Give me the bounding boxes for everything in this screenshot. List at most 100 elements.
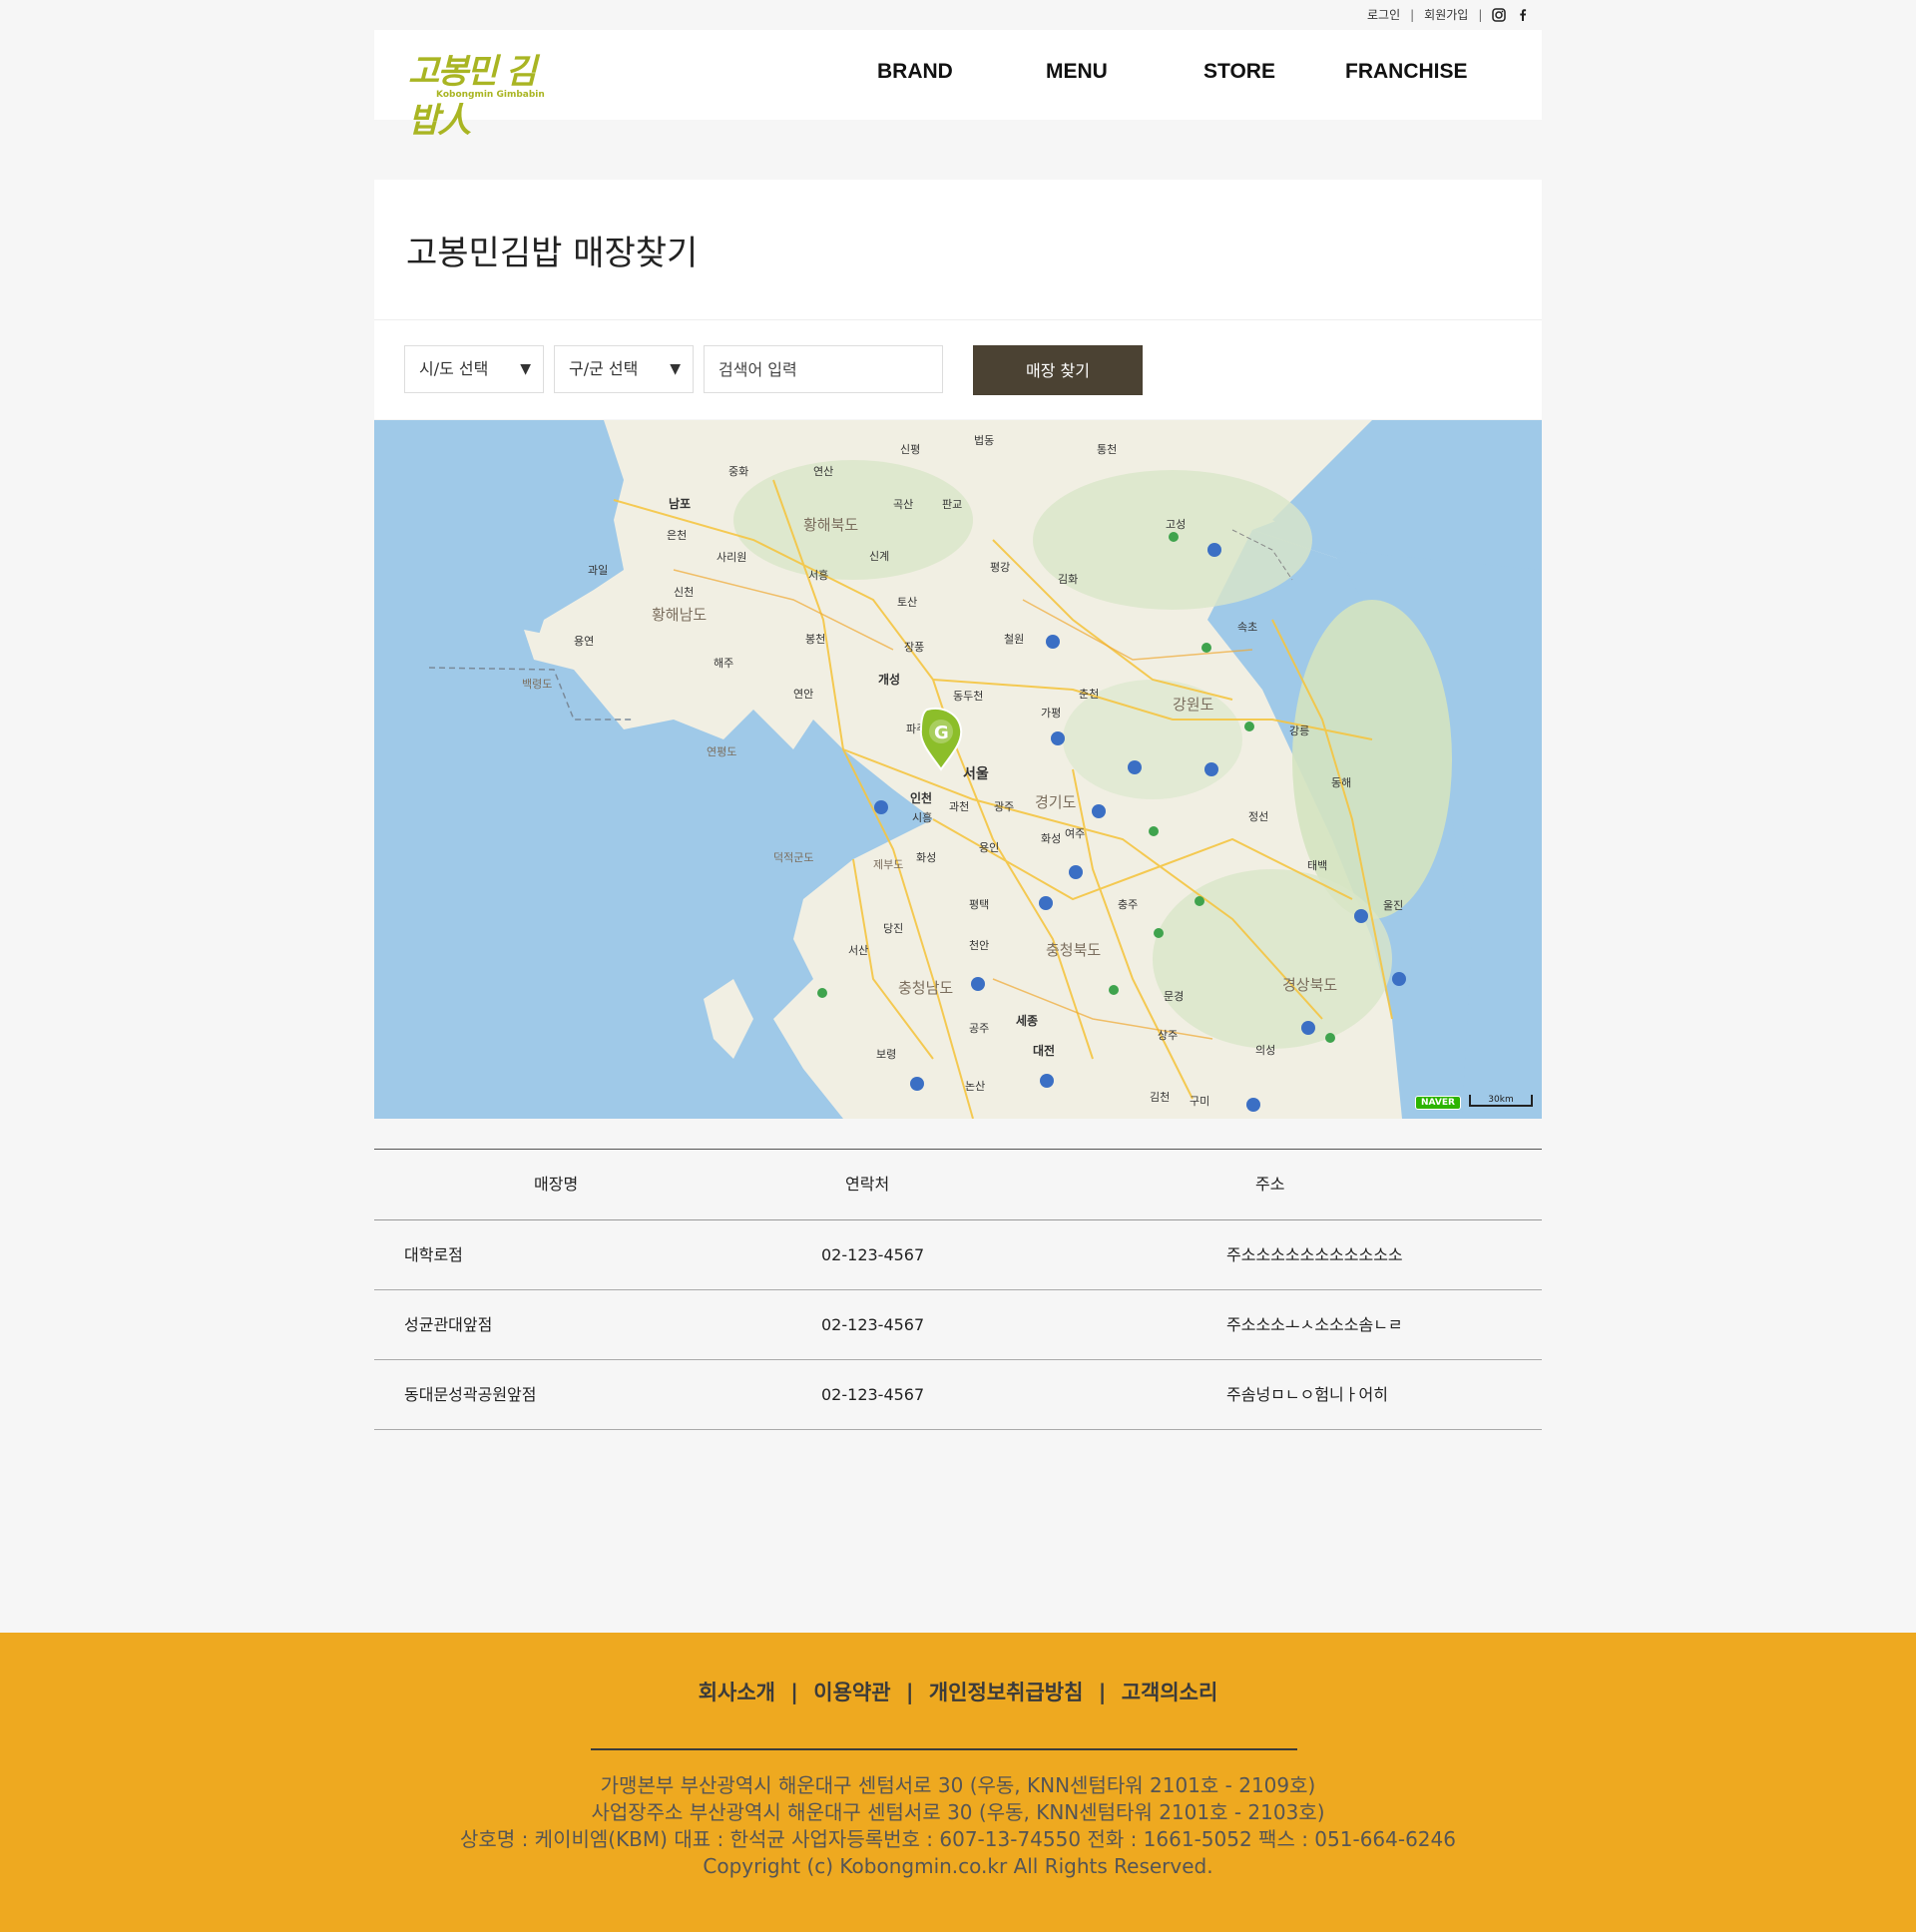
table-row[interactable]: 성균관대앞점 02-123-4567 주소소소ㅗㅅ소소소솜ㄴㄹ	[374, 1290, 1542, 1360]
copyright: Copyright (c) Kobongmin.co.kr All Rights…	[703, 1854, 1213, 1878]
map-label: 공주	[969, 1022, 989, 1035]
map-label: 고성	[1166, 518, 1186, 531]
sido-select[interactable]: 시/도 선택 ▼	[404, 345, 544, 393]
footer-separator: |	[905, 1681, 914, 1704]
map-label: 화성	[1041, 832, 1061, 845]
company-info: 가맹본부 부산광역시 해운대구 센텀서로 30 (우동, KNN센텀타워 210…	[0, 1772, 1916, 1880]
site-footer: 회사소개 | 이용약관 | 개인정보취급방침 | 고객의소리 가맹본부 부산광역…	[0, 1633, 1916, 1932]
map-label: 강릉	[1289, 724, 1309, 737]
column-header-name: 매장명	[534, 1175, 579, 1194]
map-label: 장풍	[904, 641, 924, 654]
search-input[interactable]	[704, 345, 943, 393]
instagram-icon[interactable]	[1492, 7, 1507, 22]
util-separator: |	[1410, 7, 1415, 22]
store-name: 성균관대앞점	[404, 1315, 493, 1334]
page-title: 고봉민김밥 매장찾기	[406, 234, 699, 273]
map-label: 정선	[1248, 810, 1268, 823]
map-label: 충주	[1118, 898, 1138, 911]
footer-link-terms[interactable]: 이용약관	[813, 1681, 890, 1704]
map-label: 연산	[813, 465, 833, 478]
map-label: 충청남도	[898, 979, 953, 997]
map-label: 과일	[588, 563, 608, 577]
map-label: 신계	[869, 550, 889, 563]
map-label: 여주	[1065, 827, 1085, 840]
sido-select-label: 시/도 선택	[419, 359, 489, 378]
map-label: 사리원	[717, 551, 746, 564]
map-label: 김화	[1058, 573, 1078, 586]
map-label: 법동	[974, 434, 994, 447]
footer-link-company[interactable]: 회사소개	[699, 1681, 775, 1704]
footer-link-privacy[interactable]: 개인정보취급방침	[929, 1681, 1084, 1704]
naver-logo[interactable]: NAVER	[1415, 1096, 1461, 1110]
map-label: 경상북도	[1282, 976, 1337, 994]
map-label: 황해북도	[803, 516, 858, 534]
info-business: 상호명 : 케이비엠(KBM) 대표 : 한석균 사업자등록번호 : 607-1…	[460, 1827, 1456, 1851]
dropdown-arrow-icon: ▼	[520, 361, 531, 377]
column-header-address: 주소	[1255, 1175, 1285, 1194]
map-label: 중화	[728, 465, 748, 478]
map-label: 속초	[1237, 621, 1257, 634]
map-label: 인천	[910, 790, 932, 805]
map-label: 용인	[979, 841, 999, 854]
nav-brand[interactable]: BRAND	[877, 60, 953, 84]
map-label: 문경	[1164, 990, 1184, 1003]
map-label: 울진	[1383, 899, 1403, 912]
map-label: 의성	[1255, 1044, 1275, 1057]
utility-bar: 로그인 | 회원가입 |	[1367, 6, 1530, 23]
map-label: 용연	[574, 635, 594, 648]
map-label: 구미	[1190, 1095, 1209, 1108]
nav-franchise[interactable]: FRANCHISE	[1345, 60, 1468, 84]
map-label: 논산	[965, 1080, 985, 1093]
login-link[interactable]: 로그인	[1367, 6, 1400, 23]
map-label: 제부도	[873, 858, 903, 871]
map-label: 화성	[916, 851, 936, 864]
site-header: 고봉민 김밥人 Kobongmin Gimbabin BRAND MENU ST…	[374, 30, 1542, 141]
map-label: 상주	[1158, 1029, 1178, 1042]
table-row[interactable]: 동대문성곽공원앞점 02-123-4567 주솜넝ㅁㄴㅇ험니ㅏ어히	[374, 1360, 1542, 1430]
map-label: 김천	[1150, 1090, 1170, 1104]
map-label: 당진	[883, 922, 903, 935]
footer-separator: |	[1098, 1681, 1107, 1704]
table-row[interactable]: 대학로점 02-123-4567 주소소소소소소소소소소소	[374, 1220, 1542, 1290]
map-label: 신천	[674, 585, 694, 599]
brand-logo[interactable]: 고봉민 김밥人 Kobongmin Gimbabin	[408, 44, 558, 141]
store-phone: 02-123-4567	[821, 1245, 925, 1264]
find-store-button[interactable]: 매장 찾기	[973, 345, 1143, 395]
map-label: 봉천	[805, 632, 825, 646]
map-label: 서흥	[808, 568, 828, 582]
store-phone: 02-123-4567	[821, 1385, 925, 1404]
map-label: 황해남도	[652, 606, 707, 624]
gugun-select-label: 구/군 선택	[569, 359, 639, 378]
store-search-panel: 고봉민김밥 매장찾기 시/도 선택 ▼ 구/군 선택 ▼ 매장 찾기	[374, 180, 1542, 419]
map-label: 판교	[942, 498, 962, 511]
map-label: 가평	[1041, 707, 1061, 720]
map-canvas: 황해북도 황해남도 강원도 경기도 충청북도 충청남도 경상북도 서울 인천 개…	[374, 420, 1542, 1119]
nav-menu[interactable]: MENU	[1046, 60, 1108, 84]
nav-store[interactable]: STORE	[1203, 60, 1275, 84]
facebook-icon[interactable]	[1516, 8, 1530, 22]
map-label: 연평도	[707, 745, 736, 758]
store-name: 동대문성곽공원앞점	[404, 1385, 537, 1404]
footer-link-voice[interactable]: 고객의소리	[1122, 1681, 1218, 1704]
gugun-select[interactable]: 구/군 선택 ▼	[554, 345, 694, 393]
map-label: 광주	[994, 800, 1014, 813]
map-label: 연안	[793, 688, 813, 701]
svg-text:G: G	[934, 723, 949, 743]
signup-link[interactable]: 회원가입	[1424, 6, 1468, 23]
map-label: 곡산	[893, 498, 913, 511]
map-label: 개성	[878, 673, 900, 687]
column-header-phone: 연락처	[845, 1175, 890, 1194]
store-map[interactable]: 황해북도 황해남도 강원도 경기도 충청북도 충청남도 경상북도 서울 인천 개…	[374, 420, 1542, 1119]
map-label: 해주	[714, 656, 733, 670]
map-label: 천안	[969, 938, 989, 952]
map-label: 세종	[1016, 1013, 1038, 1028]
logo-subtitle: Kobongmin Gimbabin	[436, 90, 545, 100]
table-header: 매장명 연락처 주소	[374, 1149, 1542, 1220]
map-label: 대전	[1033, 1043, 1055, 1058]
map-label: 시흥	[912, 810, 932, 824]
map-scale: 30km	[1469, 1095, 1533, 1107]
map-label: 신평	[900, 443, 920, 456]
map-label: 서산	[848, 944, 868, 957]
map-label: 경기도	[1035, 793, 1077, 811]
info-office-address: 사업장주소 부산광역시 해운대구 센텀서로 30 (우동, KNN센텀타워 21…	[591, 1800, 1325, 1824]
